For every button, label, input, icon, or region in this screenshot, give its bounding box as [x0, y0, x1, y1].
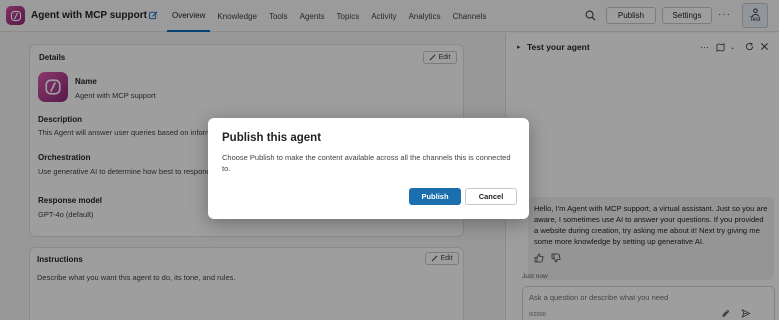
publish-dialog: Publish this agent Choose Publish to mak… [208, 118, 529, 219]
dialog-cancel-button[interactable]: Cancel [465, 188, 517, 205]
dialog-publish-button[interactable]: Publish [409, 188, 461, 205]
dialog-body: Choose Publish to make the content avail… [222, 153, 511, 173]
dialog-title: Publish this agent [222, 132, 322, 144]
